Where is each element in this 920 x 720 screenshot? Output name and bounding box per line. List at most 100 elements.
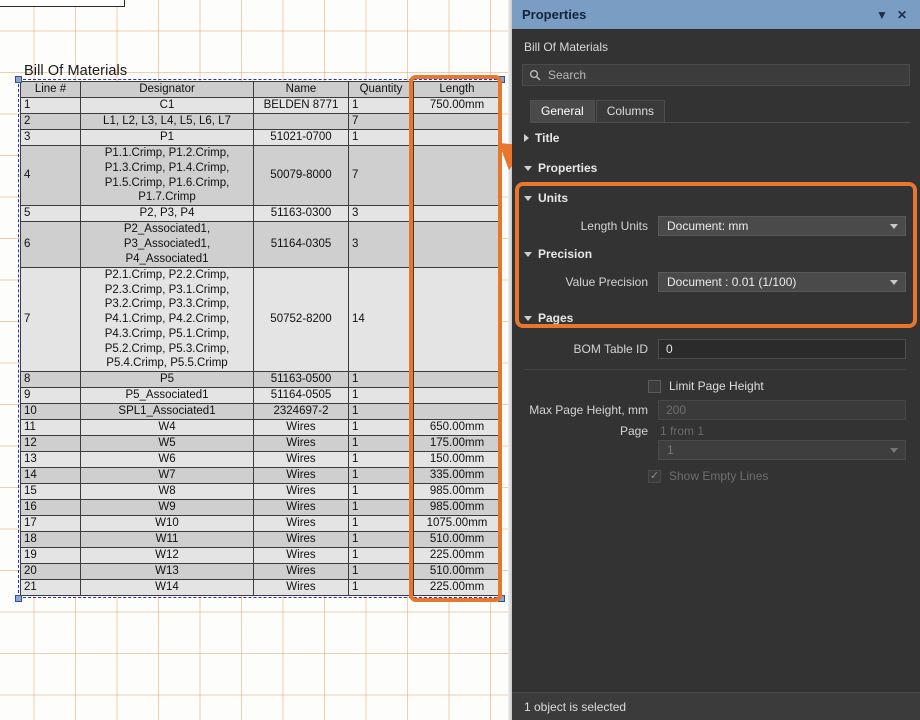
bom-cell-quantity: 1 [349,420,414,436]
bom-cell-quantity: 1 [349,372,414,388]
section-precision: Precision Value Precision Document : 0.0… [512,239,920,295]
bom-cell-line: 7 [21,268,81,372]
bom-cell-quantity: 14 [349,268,414,372]
value-precision-row: Value Precision Document : 0.01 (1/100) [512,269,920,295]
bom-cell-name: 51164-0505 [254,388,349,404]
bom-cell-designator: SPL1_Associated1 [81,404,254,420]
section-title-header[interactable]: Title [512,123,920,153]
show-empty-lines-checkbox[interactable]: ✓ [648,470,661,483]
bom-cell-line: 16 [21,500,81,516]
table-row[interactable]: 5P2, P3, P451163-03003 [21,206,501,222]
value-precision-select[interactable]: Document : 0.01 (1/100) [658,272,906,292]
length-units-select[interactable]: Document: mm [658,216,906,236]
bom-cell-name: 50752-8200 [254,268,349,372]
section-pages-header[interactable]: Pages [512,303,920,333]
bom-cell-designator: W12 [81,548,254,564]
table-row[interactable]: 18W11Wires1510.00mm [21,532,501,548]
panel-close-icon[interactable]: ✕ [892,5,912,25]
column-header-quantity[interactable]: Quantity [349,82,414,98]
bom-cell-quantity: 1 [349,452,414,468]
bom-cell-length: 650.00mm [414,420,501,436]
bom-cell-name: 51163-0500 [254,372,349,388]
page-select[interactable]: 1 [658,440,906,460]
bom-cell-line: 4 [21,146,81,206]
table-row[interactable]: 2L1, L2, L3, L4, L5, L6, L77 [21,114,501,130]
table-row[interactable]: 8P551163-05001 [21,372,501,388]
panel-title-label: Properties [522,7,872,22]
chevron-down-icon [890,280,898,285]
table-row[interactable]: 17W10Wires11075.00mm [21,516,501,532]
limit-page-height-label: Limit Page Height [669,379,764,393]
bom-cell-length: 335.00mm [414,468,501,484]
selection-handle-bottom-right[interactable] [498,595,505,602]
length-units-row: Length Units Document: mm [512,213,920,239]
selected-object-name: Bill Of Materials [512,30,920,60]
bom-cell-length [414,206,501,222]
table-row[interactable]: 21W14Wires1225.00mm [21,580,501,596]
drawing-canvas[interactable]: Bill Of Materials Line # Designator Name… [0,0,512,720]
column-header-length[interactable]: Length [414,82,501,98]
bom-cell-designator: W11 [81,532,254,548]
table-row[interactable]: 6P2_Associated1, P3_Associated1, P4_Asso… [21,222,501,268]
bom-table-id-input[interactable]: 0 [658,339,906,359]
bom-cell-length: 510.00mm [414,564,501,580]
bom-cell-quantity: 1 [349,580,414,596]
table-row[interactable]: 13W6Wires1150.00mm [21,452,501,468]
bill-of-materials-table[interactable]: Line # Designator Name Quantity Length 1… [20,81,501,596]
table-row[interactable]: 15W8Wires1985.00mm [21,484,501,500]
section-precision-header[interactable]: Precision [512,239,920,269]
section-precision-label: Precision [538,247,592,261]
section-units: Units Length Units Document: mm [512,183,920,239]
bom-table-id-label: BOM Table ID [524,342,658,356]
table-row[interactable]: 4P1.1.Crimp, P1.2.Crimp, P1.3.Crimp, P1.… [21,146,501,206]
table-row[interactable]: 1C1BELDEN 87711750.00mm [21,98,501,114]
table-row[interactable]: 9P5_Associated151164-05051 [21,388,501,404]
table-row[interactable]: 19W12Wires1225.00mm [21,548,501,564]
page-select-row: 1 [512,438,920,463]
selection-handle-bottom-left[interactable] [15,595,22,602]
bom-cell-line: 18 [21,532,81,548]
bom-cell-designator: W13 [81,564,254,580]
table-row[interactable]: 12W5Wires1175.00mm [21,436,501,452]
table-row[interactable]: 7P2.1.Crimp, P2.2.Crimp, P2.3.Crimp, P3.… [21,268,501,372]
tab-general[interactable]: General [530,100,595,122]
bom-cell-quantity: 1 [349,484,414,500]
bom-cell-line: 6 [21,222,81,268]
bom-cell-quantity: 1 [349,548,414,564]
bom-cell-length [414,146,501,206]
table-row[interactable]: 10SPL1_Associated12324697-21 [21,404,501,420]
column-header-name[interactable]: Name [254,82,349,98]
selection-handle-top-left[interactable] [15,76,22,83]
bom-cell-name [254,114,349,130]
bom-cell-line: 17 [21,516,81,532]
column-header-line[interactable]: Line # [21,82,81,98]
section-properties: Properties [512,153,920,183]
bom-cell-designator: P1.1.Crimp, P1.2.Crimp, P1.3.Crimp, P1.4… [81,146,254,206]
properties-panel: Properties ▼ ✕ Bill Of Materials Search … [512,0,920,720]
selection-handle-top-right[interactable] [498,76,505,83]
bom-cell-name: Wires [254,548,349,564]
tab-columns[interactable]: Columns [596,100,665,122]
table-row[interactable]: 11W4Wires1650.00mm [21,420,501,436]
bom-title-text: Bill Of Materials [24,63,127,79]
panel-menu-chevron-down-icon[interactable]: ▼ [872,5,892,25]
bom-cell-name: Wires [254,500,349,516]
page-label: Page [524,424,658,438]
table-row[interactable]: 3P151021-07001 [21,130,501,146]
search-input[interactable]: Search [522,64,910,86]
bom-cell-length [414,114,501,130]
table-row[interactable]: 14W7Wires1335.00mm [21,468,501,484]
bom-cell-line: 13 [21,452,81,468]
bom-cell-line: 2 [21,114,81,130]
search-placeholder: Search [548,68,586,82]
max-page-height-input[interactable]: 200 [658,400,906,420]
table-row[interactable]: 20W13Wires1510.00mm [21,564,501,580]
section-properties-header[interactable]: Properties [512,153,920,183]
table-row[interactable]: 16W9Wires1985.00mm [21,500,501,516]
chevron-down-icon [524,316,532,321]
bom-cell-designator: C1 [81,98,254,114]
column-header-designator[interactable]: Designator [81,82,254,98]
section-title-label: Title [535,131,559,145]
limit-page-height-checkbox[interactable] [648,380,661,393]
section-units-header[interactable]: Units [512,183,920,213]
